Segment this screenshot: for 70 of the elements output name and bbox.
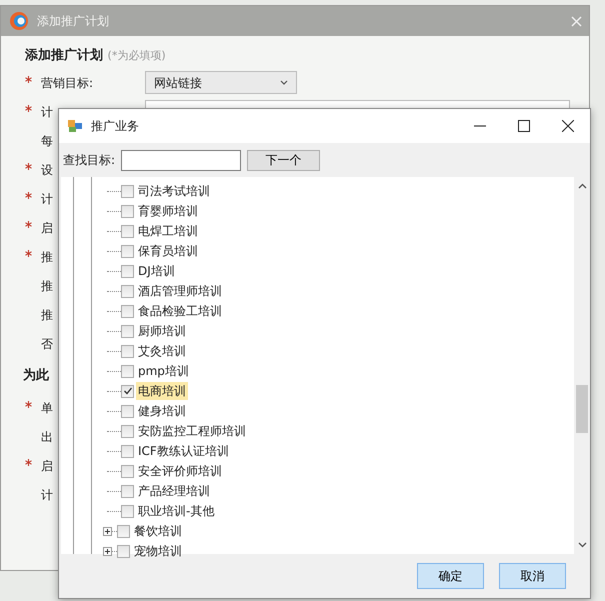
tree-item[interactable]: 保育员培训 [136, 242, 200, 260]
tree-item[interactable]: 餐饮培训 [132, 522, 184, 540]
tree-item[interactable]: 艾灸培训 [136, 342, 188, 360]
field-label: 启 [41, 458, 53, 472]
expand-icon[interactable] [103, 546, 112, 556]
checkbox[interactable] [121, 464, 134, 478]
scroll-down-icon[interactable] [578, 542, 586, 548]
field-label: 推 [41, 308, 53, 322]
checkbox[interactable] [121, 184, 134, 198]
field-label: 单 [41, 400, 53, 414]
required-note: (*为必填项) [108, 49, 166, 62]
field-label: 计 [41, 488, 53, 502]
checkbox[interactable] [121, 264, 134, 278]
checkbox[interactable] [121, 344, 134, 358]
field-label: 出 [41, 430, 53, 444]
checkbox[interactable] [121, 204, 134, 218]
target-select[interactable]: 网站链接 [145, 71, 297, 94]
checkbox[interactable] [121, 384, 134, 398]
tree-item[interactable]: 安全评价师培训 [136, 462, 224, 480]
window-title: 添加推广计划 [37, 13, 109, 30]
tree-item[interactable]: 宠物培训 [132, 542, 184, 560]
tree-item[interactable]: 厨师培训 [136, 322, 188, 340]
checkbox[interactable] [121, 304, 134, 318]
tree-item[interactable]: 司法考试培训 [136, 182, 212, 200]
tree-item[interactable]: 酒店管理师培训 [136, 282, 224, 300]
field-label: 推 [41, 278, 53, 292]
scroll-thumb[interactable] [576, 385, 588, 433]
checkbox[interactable] [121, 444, 134, 458]
logo-icon [9, 11, 29, 31]
tree-item[interactable]: 健身培训 [136, 402, 188, 420]
checkbox[interactable] [121, 424, 134, 438]
field-label: 设 [41, 162, 53, 176]
checkbox[interactable] [121, 324, 134, 338]
field-label: 营销目标: [41, 76, 94, 90]
dialog-button[interactable]: 取消 [499, 563, 566, 589]
app-icon [67, 118, 83, 134]
checkbox[interactable] [121, 484, 134, 498]
form-heading: 添加推广计划 [25, 48, 103, 63]
tree-item[interactable]: 电商培训 [136, 382, 188, 400]
field-label: 启 [41, 220, 53, 234]
checkbox[interactable] [121, 284, 134, 298]
tree-item[interactable]: pmp培训 [136, 362, 191, 380]
tree-item[interactable]: 产品经理培训 [136, 482, 212, 500]
checkbox[interactable] [121, 404, 134, 418]
tree-item[interactable]: 职业培训-其他 [136, 502, 216, 520]
checkbox[interactable] [121, 224, 134, 238]
expand-icon[interactable] [103, 526, 112, 536]
tree-item[interactable]: 安防监控工程师培训 [136, 422, 248, 440]
checkbox[interactable] [121, 504, 134, 518]
tree-item[interactable]: ICF教练认证培训 [136, 442, 231, 460]
tree-item[interactable]: DJ培训 [136, 262, 177, 280]
checkbox[interactable] [117, 544, 130, 558]
search-field[interactable] [121, 150, 242, 170]
scroll-up-icon[interactable] [578, 183, 586, 189]
field-label: 计 [41, 104, 53, 118]
dialog-button[interactable]: 确定 [417, 563, 484, 589]
next-button[interactable]: 下一个 [247, 150, 320, 170]
section-heading: 为此 [23, 366, 49, 385]
tree-item[interactable]: 电焊工培训 [136, 222, 200, 240]
field-label: 否 [41, 336, 53, 350]
tree-item[interactable]: 食品检验工培训 [136, 302, 224, 320]
checkbox[interactable] [121, 364, 134, 378]
checkbox[interactable] [121, 244, 134, 258]
tree-item[interactable]: 育婴师培训 [136, 202, 200, 220]
search-label: 查找目标: [63, 152, 116, 169]
window-title: 推广业务 [91, 118, 139, 135]
field-label: 计 [41, 192, 53, 206]
checkbox[interactable] [117, 524, 130, 538]
field-label: 推 [41, 250, 53, 264]
field-label: 每 [41, 134, 53, 148]
